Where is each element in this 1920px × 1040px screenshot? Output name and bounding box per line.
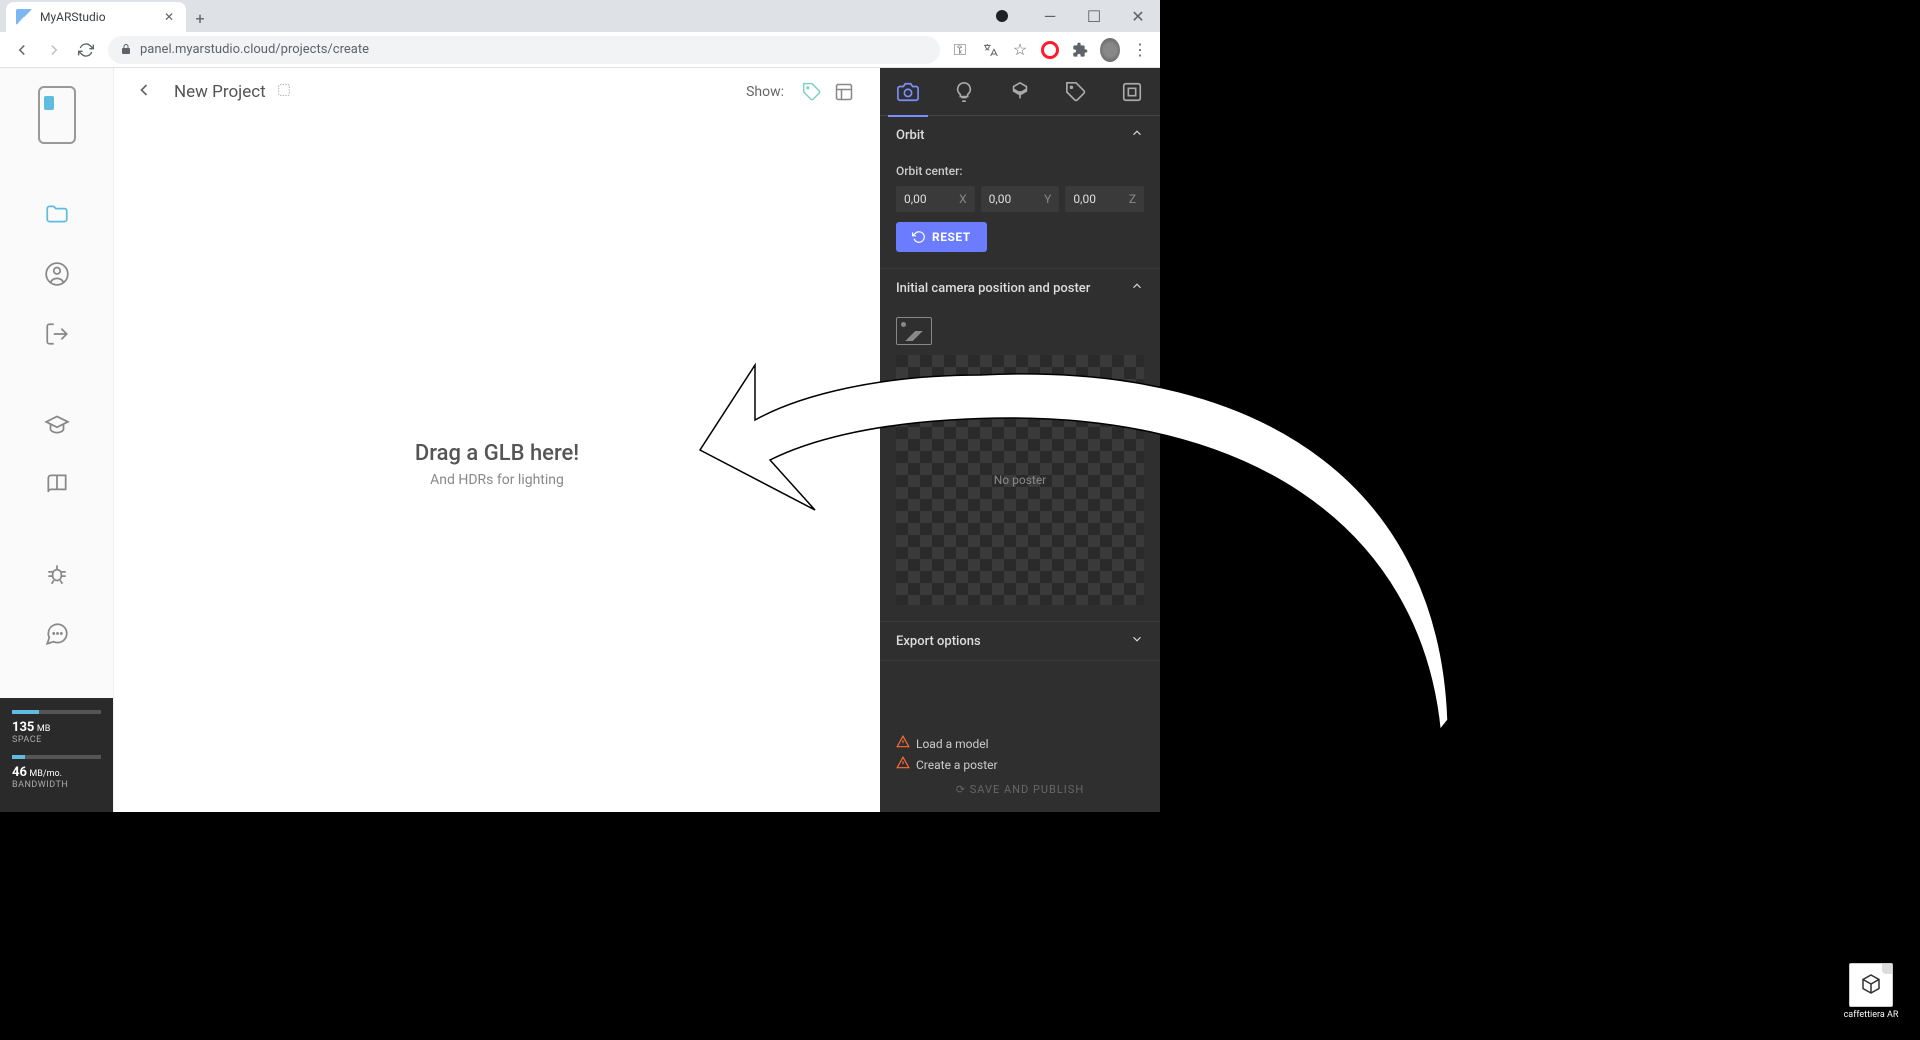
bw-label: BANDWIDTH — [12, 780, 101, 790]
tab-materials[interactable] — [1000, 72, 1040, 112]
tab-title: MyARStudio — [40, 10, 162, 24]
space-value: 135 — [12, 720, 34, 735]
phone-preview-icon[interactable] — [38, 86, 76, 144]
opera-extension-icon[interactable] — [1040, 40, 1060, 60]
url-text: panel.myarstudio.cloud/projects/create — [140, 42, 369, 57]
nav-forward-button[interactable] — [38, 34, 70, 66]
window-maximize-button[interactable]: ☐ — [1072, 1, 1116, 31]
browser-address-bar: panel.myarstudio.cloud/projects/create ⚿… — [0, 32, 1160, 68]
nav-reload-button[interactable] — [70, 34, 102, 66]
orbit-y-input[interactable]: 0,00 Y — [981, 186, 1060, 212]
bw-unit: MB/mo. — [29, 769, 62, 779]
tab-close-icon[interactable]: ✕ — [162, 10, 176, 24]
chevron-down-icon — [1130, 632, 1144, 650]
sidebar-docs-icon[interactable] — [35, 462, 79, 506]
project-title: New Project — [174, 82, 266, 102]
window-close-button[interactable]: ✕ — [1116, 1, 1160, 31]
show-hotspots-icon[interactable] — [796, 76, 828, 108]
warning-load-model: Load a model — [896, 735, 1144, 752]
no-poster-text: No poster — [994, 473, 1047, 487]
usage-panel: 135 MB SPACE 46 MB/mo. BANDWIDTH — [0, 698, 113, 812]
orbit-x-input[interactable]: 0,00 X — [896, 186, 975, 212]
reset-label: RESET — [932, 230, 971, 244]
show-layout-icon[interactable] — [828, 76, 860, 108]
tab-ar[interactable] — [1112, 72, 1152, 112]
section-camera-header[interactable]: Initial camera position and poster — [880, 269, 1160, 307]
warning-icon — [896, 756, 910, 773]
reset-button[interactable]: RESET — [896, 222, 987, 252]
rename-icon[interactable] — [276, 82, 292, 102]
publish-button[interactable]: ⟳ SAVE AND PUBLISH — [896, 783, 1144, 796]
tab-favicon — [16, 9, 32, 25]
recording-indicator-icon — [996, 10, 1008, 22]
url-input[interactable]: panel.myarstudio.cloud/projects/create — [108, 36, 940, 64]
browser-title-bar: MyARStudio ✕ + — ☐ ✕ — [0, 0, 1160, 32]
orbit-title: Orbit — [896, 128, 925, 143]
tab-hotspots[interactable] — [1056, 72, 1096, 112]
tab-camera[interactable] — [888, 72, 928, 112]
bookmark-star-icon[interactable]: ☆ — [1010, 40, 1030, 60]
key-icon[interactable]: ⚿ — [950, 40, 970, 60]
file-name: caffettiera AR — [1844, 1010, 1899, 1020]
dragged-file[interactable]: caffettiera AR — [1842, 963, 1900, 1020]
translate-icon[interactable] — [980, 40, 1000, 60]
chevron-up-icon — [1130, 126, 1144, 144]
sidebar-feedback-icon[interactable] — [35, 612, 79, 656]
back-button[interactable] — [134, 80, 154, 104]
sidebar-debug-icon[interactable] — [35, 552, 79, 596]
export-title: Export options — [896, 634, 981, 649]
poster-thumb-icon[interactable] — [896, 317, 932, 345]
section-export-header[interactable]: Export options — [880, 622, 1160, 660]
app-sidebar: 135 MB SPACE 46 MB/mo. BANDWIDTH — [0, 68, 114, 812]
browser-menu-icon[interactable]: ⋮ — [1130, 40, 1150, 60]
bw-value: 46 — [12, 765, 27, 780]
orbit-center-label: Orbit center: — [896, 164, 1144, 178]
tab-lighting[interactable] — [944, 72, 984, 112]
drop-subtitle: And HDRs for lighting — [430, 472, 564, 488]
drop-title: Drag a GLB here! — [415, 441, 579, 466]
nav-back-button[interactable] — [6, 34, 38, 66]
sidebar-logout-icon[interactable] — [35, 312, 79, 356]
camera-title: Initial camera position and poster — [896, 281, 1090, 296]
glb-file-icon — [1849, 963, 1893, 1007]
sidebar-projects-icon[interactable] — [35, 192, 79, 236]
sidebar-account-icon[interactable] — [35, 252, 79, 296]
warning-create-poster: Create a poster — [896, 756, 1144, 773]
orbit-z-input[interactable]: 0,00 Z — [1065, 186, 1144, 212]
lock-icon — [120, 40, 132, 59]
new-tab-button[interactable]: + — [186, 4, 214, 32]
space-unit: MB — [37, 724, 50, 734]
inspector-panel: Orbit Orbit center: 0,00 X 0,00 — [880, 68, 1160, 812]
sidebar-learn-icon[interactable] — [35, 402, 79, 446]
desktop-area: caffettiera AR — [1160, 0, 1920, 1040]
browser-tab[interactable]: MyARStudio ✕ — [6, 2, 186, 32]
poster-preview[interactable]: No poster — [896, 355, 1144, 605]
profile-avatar-icon[interactable] — [1100, 40, 1120, 60]
chevron-up-icon — [1130, 279, 1144, 297]
space-label: SPACE — [12, 735, 101, 745]
window-minimize-button[interactable]: — — [1028, 1, 1072, 31]
main-canvas[interactable]: New Project Show: Drag a GLB here! And H… — [114, 68, 880, 812]
warning-icon — [896, 735, 910, 752]
section-orbit-header[interactable]: Orbit — [880, 116, 1160, 154]
extensions-icon[interactable] — [1070, 40, 1090, 60]
show-label: Show: — [746, 84, 784, 100]
